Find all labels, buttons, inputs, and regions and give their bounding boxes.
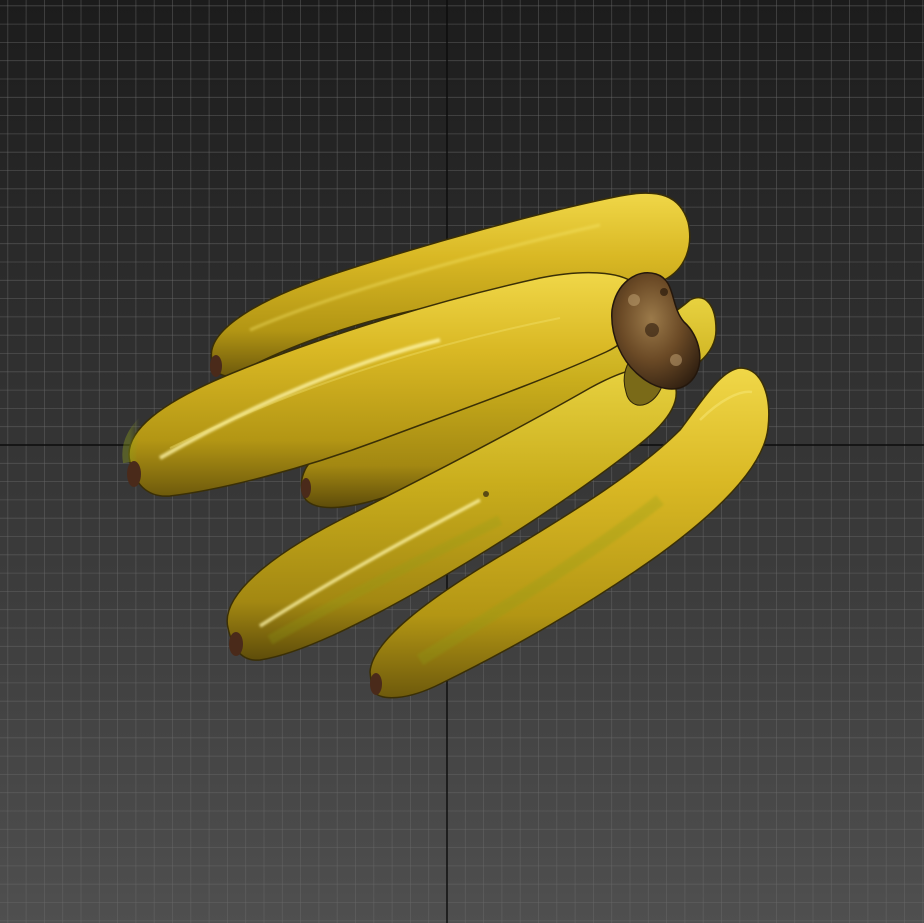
banana-tip (370, 673, 382, 695)
viewport-canvas[interactable] (0, 0, 924, 923)
banana-tip (127, 461, 141, 487)
peel-spot (483, 491, 489, 497)
banana-tip (210, 355, 222, 377)
banana-tip (229, 632, 243, 656)
3d-viewport[interactable] (0, 0, 924, 923)
banana-tip (301, 478, 311, 498)
